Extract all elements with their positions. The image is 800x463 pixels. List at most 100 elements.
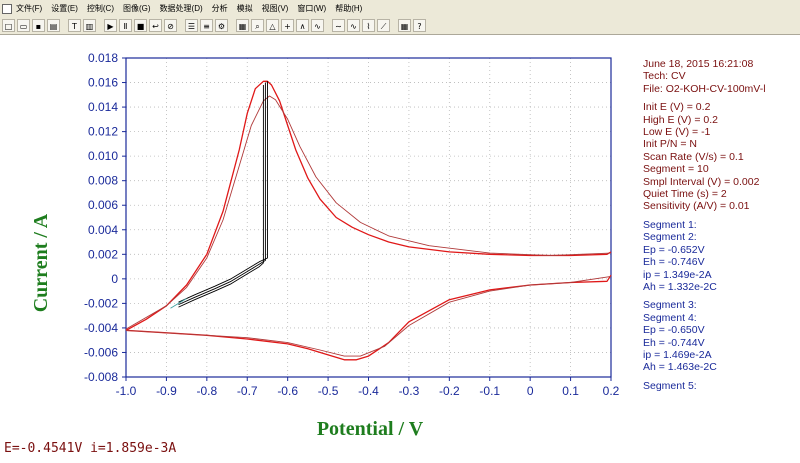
parameters-icon[interactable]: ☰ (185, 19, 198, 32)
seg1-line: ip = 1.349e-2A (643, 268, 712, 281)
menu-item-9[interactable]: 帮助(H) (335, 3, 362, 14)
y-tick-label: -0.004 (84, 321, 118, 335)
cv-series-6 (178, 85, 264, 308)
y-tick-label: -0.006 (84, 345, 118, 359)
cv-series-1 (125, 274, 612, 361)
y-tick-label: 0 (111, 272, 118, 286)
wave1-icon[interactable]: ∼ (332, 19, 345, 32)
seg1-line: Ep = -0.652V (643, 243, 705, 256)
x-tick-label: -0.1 (479, 384, 500, 398)
x-tick-label: -0.9 (156, 384, 177, 398)
y-tick-label: -0.002 (84, 296, 118, 310)
window-icon[interactable] (2, 3, 12, 14)
y-tick-label: 0.002 (88, 247, 118, 261)
open-icon[interactable]: ▭ (17, 19, 30, 32)
print-icon[interactable]: ▤ (47, 19, 60, 32)
x-tick-label: 0.1 (562, 384, 579, 398)
menu-item-2[interactable]: 控制(C) (87, 3, 114, 14)
plot-frame (125, 57, 612, 378)
date-time: June 18, 2015 16:21:08 (643, 58, 754, 70)
menu-item-7[interactable]: 视图(V) (262, 3, 289, 14)
plot-area: -1.0 -0.9 -0.8 -0.7 -0.6 -0.5 -0.4 -0.3 -0.2 -0.1… (0, 36, 640, 436)
y-tick-label: 0.014 (88, 100, 118, 114)
technique-icon[interactable]: ≡ (200, 19, 213, 32)
peak-icon[interactable]: ∧ (296, 19, 309, 32)
menu-item-0[interactable]: 文件(F) (16, 3, 42, 14)
add-icon[interactable]: + (281, 19, 294, 32)
seg1-line: Eh = -0.746V (643, 256, 705, 269)
segment-results-2: Segment 3: Segment 4: Ep = -0.650V Eh = -0.… (643, 299, 800, 373)
clear-icon[interactable]: ⊘ (164, 19, 177, 32)
y-axis-title: Current / A (30, 213, 52, 313)
zoom-icon[interactable]: ⌕ (251, 19, 264, 32)
pause-icon[interactable]: Ⅱ (119, 19, 132, 32)
x-tick-label: -0.2 (439, 384, 460, 398)
params-line: Init E (V) = 0.2 (643, 101, 711, 114)
y-tick-label: 0.008 (88, 174, 118, 188)
seg3-line: Segment 5: (643, 379, 697, 392)
run-icon[interactable]: ▶ (104, 19, 117, 32)
params-line: Scan Rate (V/s) = 0.1 (643, 150, 744, 163)
y-tick-label: 0.012 (88, 125, 118, 139)
params-line: Quiet Time (s) = 2 (643, 188, 727, 201)
seg2-line: Segment 4: (643, 311, 697, 324)
stop-icon[interactable]: ■ (134, 19, 147, 32)
segment-results-1: Segment 1: Segment 2: Ep = -0.652V Eh = -0.… (643, 219, 800, 293)
smooth-icon[interactable]: ∿ (311, 19, 324, 32)
menu-item-5[interactable]: 分析 (212, 3, 228, 14)
x-tick-label: -1.0 (116, 384, 137, 398)
parameter-list: Init E (V) = 0.2 High E (V) = 0.2 Low E (V… (643, 101, 800, 213)
x-tick-label: 0 (527, 384, 534, 398)
x-tick-label: 0.2 (603, 384, 620, 398)
x-tick-label: -0.6 (277, 384, 298, 398)
y-tick-label: 0.016 (88, 76, 118, 90)
menu-items: 文件(F) 设置(E) 控制(C) 图像(G) 数据处理(D) 分析 模拟 视图(V) 窗口(W… (16, 3, 371, 14)
y-tick-label: 0.006 (88, 198, 118, 212)
menu-item-8[interactable]: 窗口(W) (297, 3, 326, 14)
x-tick-label: -0.3 (399, 384, 420, 398)
wave4-icon[interactable]: ⟋ (377, 19, 390, 32)
params-line: Segment = 10 (643, 163, 709, 176)
toolbar: □ ▭ ▪ ▤ T ▥ ▶ Ⅱ ■ ↩ ⊘ ☰ ≡ ⚙ ▦ ⌕ △ + ∧ ∿ ∼ ∿ ⌇ ⟋ ▦? (0, 17, 800, 35)
file-name: File: O2-KOH-CV-100mV-l (643, 82, 766, 95)
y-tick-label: 0.018 (88, 51, 118, 65)
params-line: Init P/N = N (643, 138, 697, 151)
save-icon[interactable]: ▪ (32, 19, 45, 32)
x-axis-title: Potential / V (316, 418, 424, 440)
y-tick-label: 0.010 (88, 149, 118, 163)
seg1-line: Segment 2: (643, 231, 697, 244)
menu-bar: 文件(F) 设置(E) 控制(C) 图像(G) 数据处理(D) 分析 模拟 视图(V) 窗口(W… (0, 0, 800, 18)
info-panel: June 18, 2015 16:21:08 Tech: CV File: O2… (643, 58, 800, 392)
wave2-icon[interactable]: ∿ (347, 19, 360, 32)
y-tick-label: 0.004 (88, 223, 118, 237)
x-tick-label: -0.4 (358, 384, 379, 398)
y-tick-label: -0.008 (84, 370, 118, 384)
params-line: Smpl Interval (V) = 0.002 (643, 175, 760, 188)
text-icon[interactable]: T (68, 19, 81, 32)
menu-item-4[interactable]: 数据处理(D) (160, 3, 203, 14)
seg1-line: Ah = 1.332e-2C (643, 280, 717, 293)
reverse-icon[interactable]: ↩ (149, 19, 162, 32)
cv-series-3 (125, 275, 612, 357)
x-tick-label: -0.5 (318, 384, 339, 398)
help-icon[interactable]: ? (413, 19, 426, 32)
calculator-icon[interactable]: ▦ (398, 19, 411, 32)
menu-item-3[interactable]: 图像(G) (123, 3, 151, 14)
seg1-line: Segment 1: (643, 218, 697, 231)
seg2-line: ip = 1.469e-2A (643, 348, 712, 361)
wave3-icon[interactable]: ⌇ (362, 19, 375, 32)
settings-icon[interactable]: ⚙ (215, 19, 228, 32)
new-icon[interactable]: □ (2, 19, 15, 32)
x-tick-label: -0.7 (237, 384, 258, 398)
seg2-line: Segment 3: (643, 299, 697, 312)
page-icon[interactable]: ▥ (83, 19, 96, 32)
params-line: High E (V) = 0.2 (643, 113, 718, 126)
cv-plot: -1.0 -0.9 -0.8 -0.7 -0.6 -0.5 -0.4 -0.3 -0.2 -0.1… (84, 51, 620, 398)
overlay-icon[interactable]: △ (266, 19, 279, 32)
graph-icon[interactable]: ▦ (236, 19, 249, 32)
cursor-readout: E=-0.4541V i=1.859e-3A (4, 441, 177, 456)
x-tick-label: -0.8 (196, 384, 217, 398)
menu-item-6[interactable]: 模拟 (237, 3, 253, 14)
seg2-line: Ep = -0.650V (643, 324, 705, 337)
menu-item-1[interactable]: 设置(E) (51, 3, 78, 14)
